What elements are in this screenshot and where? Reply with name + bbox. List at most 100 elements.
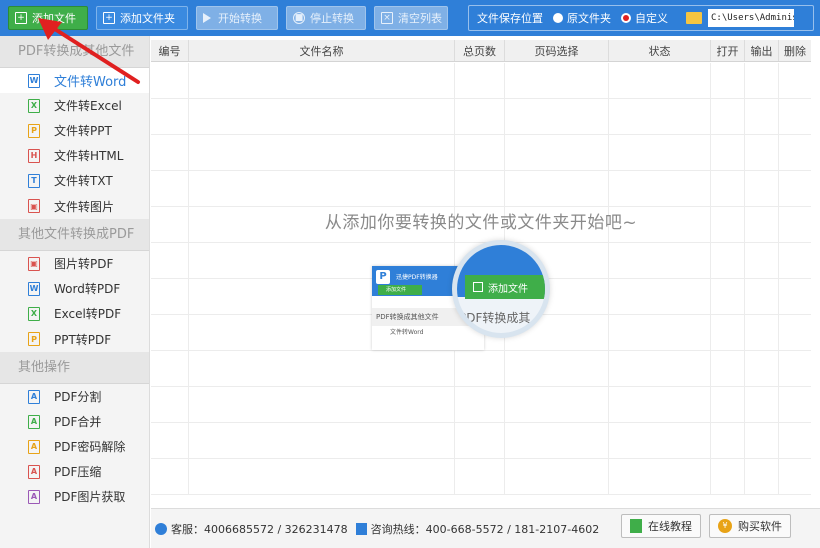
excel-file-icon: X — [28, 98, 40, 113]
sidebar-item-ppt-to-pdf[interactable]: P PPT转PDF — [0, 326, 149, 352]
mini-app-title: 迅捷PDF转换器 — [396, 274, 438, 281]
sidebar-item-pdf-unlock[interactable]: A PDF密码解除 — [0, 434, 149, 459]
phone-icon — [355, 522, 367, 535]
stop-icon: ■ — [293, 12, 305, 24]
col-page-select: 页码选择 — [505, 40, 609, 61]
play-icon — [203, 13, 211, 23]
sidebar-item-label: PDF压缩 — [54, 465, 102, 479]
sidebar-item-pdf-split[interactable]: A PDF分割 — [0, 384, 149, 409]
pdf-file-icon: A — [28, 464, 40, 479]
sidebar-item-pdf-compress[interactable]: A PDF压缩 — [0, 459, 149, 484]
sidebar-item-label: 文件转HTML — [54, 149, 124, 163]
mini-item: 文件转Word — [390, 329, 424, 336]
magnified-section-text: PDF转换成其 — [459, 311, 531, 325]
save-location-panel: 文件保存位置 原文件夹 自定义 C:\Users\Adminis — [468, 5, 814, 31]
table-row — [151, 459, 811, 495]
sidebar-item-label: PPT转PDF — [54, 332, 112, 347]
sidebar-item-pdf-image-extract[interactable]: A PDF图片获取 — [0, 484, 149, 509]
online-tutorial-button[interactable]: 在线教程 — [621, 514, 701, 538]
add-file-button[interactable]: + 添加文件 — [8, 6, 88, 30]
app-logo-icon: P — [376, 270, 390, 284]
magnifier-lens: 添加文件 PDF转换成其 — [452, 240, 550, 338]
add-folder-button[interactable]: + 添加文件夹 — [96, 6, 188, 30]
sidebar-item-label: 文件转TXT — [54, 174, 113, 188]
col-file-name: 文件名称 — [189, 40, 455, 61]
status-bar: 客服：4006685572 / 326231478 咨询热线：400-668-5… — [151, 508, 820, 548]
col-status: 状态 — [609, 40, 711, 61]
clear-list-button[interactable]: × 清空列表 — [374, 6, 448, 30]
col-total-pages: 总页数 — [455, 40, 505, 61]
sidebar: PDF转换成其他文件 W 文件转Word X 文件转Excel P 文件转PPT… — [0, 36, 150, 548]
radio-custom-folder[interactable] — [621, 13, 631, 23]
clear-list-label: 清空列表 — [398, 12, 442, 25]
add-file-icon: + — [15, 12, 27, 24]
excel-file-icon: X — [28, 306, 40, 321]
table-row — [151, 387, 811, 423]
add-folder-label: 添加文件夹 — [120, 12, 175, 25]
add-file-label: 添加文件 — [32, 12, 76, 25]
sidebar-item-label: 文件转图片 — [54, 199, 115, 214]
folder-browse-icon[interactable] — [686, 12, 702, 24]
buy-software-button[interactable]: ¥ 购买软件 — [709, 514, 791, 538]
col-open: 打开 — [711, 40, 745, 61]
sidebar-item-file-to-html[interactable]: H 文件转HTML — [0, 143, 149, 168]
col-delete: 删除 — [784, 44, 806, 58]
buy-software-label: 购买软件 — [738, 520, 782, 533]
sidebar-item-file-to-image[interactable]: ▣ 文件转图片 — [0, 193, 149, 219]
sidebar-item-word-to-pdf[interactable]: W Word转PDF — [0, 276, 149, 301]
section-other-to-pdf: 其他文件转换成PDF — [0, 219, 149, 251]
sidebar-item-image-to-pdf[interactable]: ▣ 图片转PDF — [0, 251, 149, 276]
trash-icon: × — [381, 12, 393, 24]
sidebar-item-file-to-ppt[interactable]: P 文件转PPT — [0, 118, 149, 143]
table-row — [151, 135, 811, 171]
sidebar-item-label: 文件转Word — [54, 75, 127, 90]
sidebar-item-file-to-word[interactable]: W 文件转Word — [0, 68, 149, 93]
sidebar-item-label: PDF图片获取 — [54, 490, 126, 504]
stop-convert-button[interactable]: ■ 停止转换 — [286, 6, 366, 30]
image-file-icon: ▣ — [28, 256, 40, 271]
radio-original-label: 原文件夹 — [567, 12, 611, 25]
sidebar-item-file-to-txt[interactable]: T 文件转TXT — [0, 168, 149, 193]
stop-convert-label: 停止转换 — [310, 12, 354, 25]
toolbar: + 添加文件 + 添加文件夹 开始转换 ■ 停止转换 × 清空列表 文件保存位置… — [0, 0, 820, 36]
radio-original-folder[interactable] — [553, 13, 563, 23]
magnified-add-label: 添加文件 — [488, 283, 528, 295]
sidebar-item-label: Word转PDF — [54, 282, 121, 296]
table-row — [151, 99, 811, 135]
hotline-text: 咨询热线：400-668-5572 / 181-2107-4602 — [370, 522, 600, 536]
ppt-file-icon: P — [28, 332, 40, 346]
image-file-icon: ▣ — [28, 199, 40, 213]
start-convert-label: 开始转换 — [218, 12, 262, 25]
start-convert-button[interactable]: 开始转换 — [196, 6, 278, 30]
sidebar-item-label: PDF合并 — [54, 415, 102, 429]
col-output: 输出 — [745, 40, 779, 61]
empty-list-hint: 从添加你要转换的文件或文件夹开始吧~ — [324, 213, 638, 233]
add-file-illustration: P 迅捷PDF转换器 添加文件 PDF转换成其他文件 文件转Word 添加文件 … — [372, 240, 550, 352]
add-file-icon — [473, 282, 483, 292]
sidebar-item-label: 文件转PPT — [54, 124, 112, 138]
mini-add-button: 添加文件 — [378, 285, 422, 295]
sidebar-item-pdf-merge[interactable]: A PDF合并 — [0, 409, 149, 434]
save-path-field[interactable]: C:\Users\Adminis — [708, 9, 794, 27]
sidebar-item-label: 文件转Excel — [54, 99, 122, 113]
pdf-file-icon: A — [28, 439, 40, 454]
sidebar-item-label: 图片转PDF — [54, 257, 114, 271]
pdf-file-icon: A — [28, 489, 40, 504]
online-tutorial-label: 在线教程 — [648, 520, 692, 533]
sidebar-item-file-to-excel[interactable]: X 文件转Excel — [0, 93, 149, 118]
coin-icon: ¥ — [718, 519, 732, 533]
table-row — [151, 351, 811, 387]
customer-service-text: 客服：4006685572 / 326231478 — [171, 522, 348, 536]
section-pdf-to-other: PDF转换成其他文件 — [0, 36, 149, 68]
word-file-icon: W — [28, 73, 40, 88]
col-number: 编号 — [151, 40, 189, 61]
folder-icon: + — [103, 12, 115, 24]
qq-icon — [155, 522, 167, 535]
tutorial-icon — [630, 519, 642, 533]
table-row — [151, 423, 811, 459]
txt-file-icon: T — [28, 173, 40, 188]
radio-custom-label: 自定义 — [635, 12, 668, 25]
sidebar-item-label: PDF密码解除 — [54, 440, 126, 454]
sidebar-item-excel-to-pdf[interactable]: X Excel转PDF — [0, 301, 149, 326]
table-row — [151, 171, 811, 207]
